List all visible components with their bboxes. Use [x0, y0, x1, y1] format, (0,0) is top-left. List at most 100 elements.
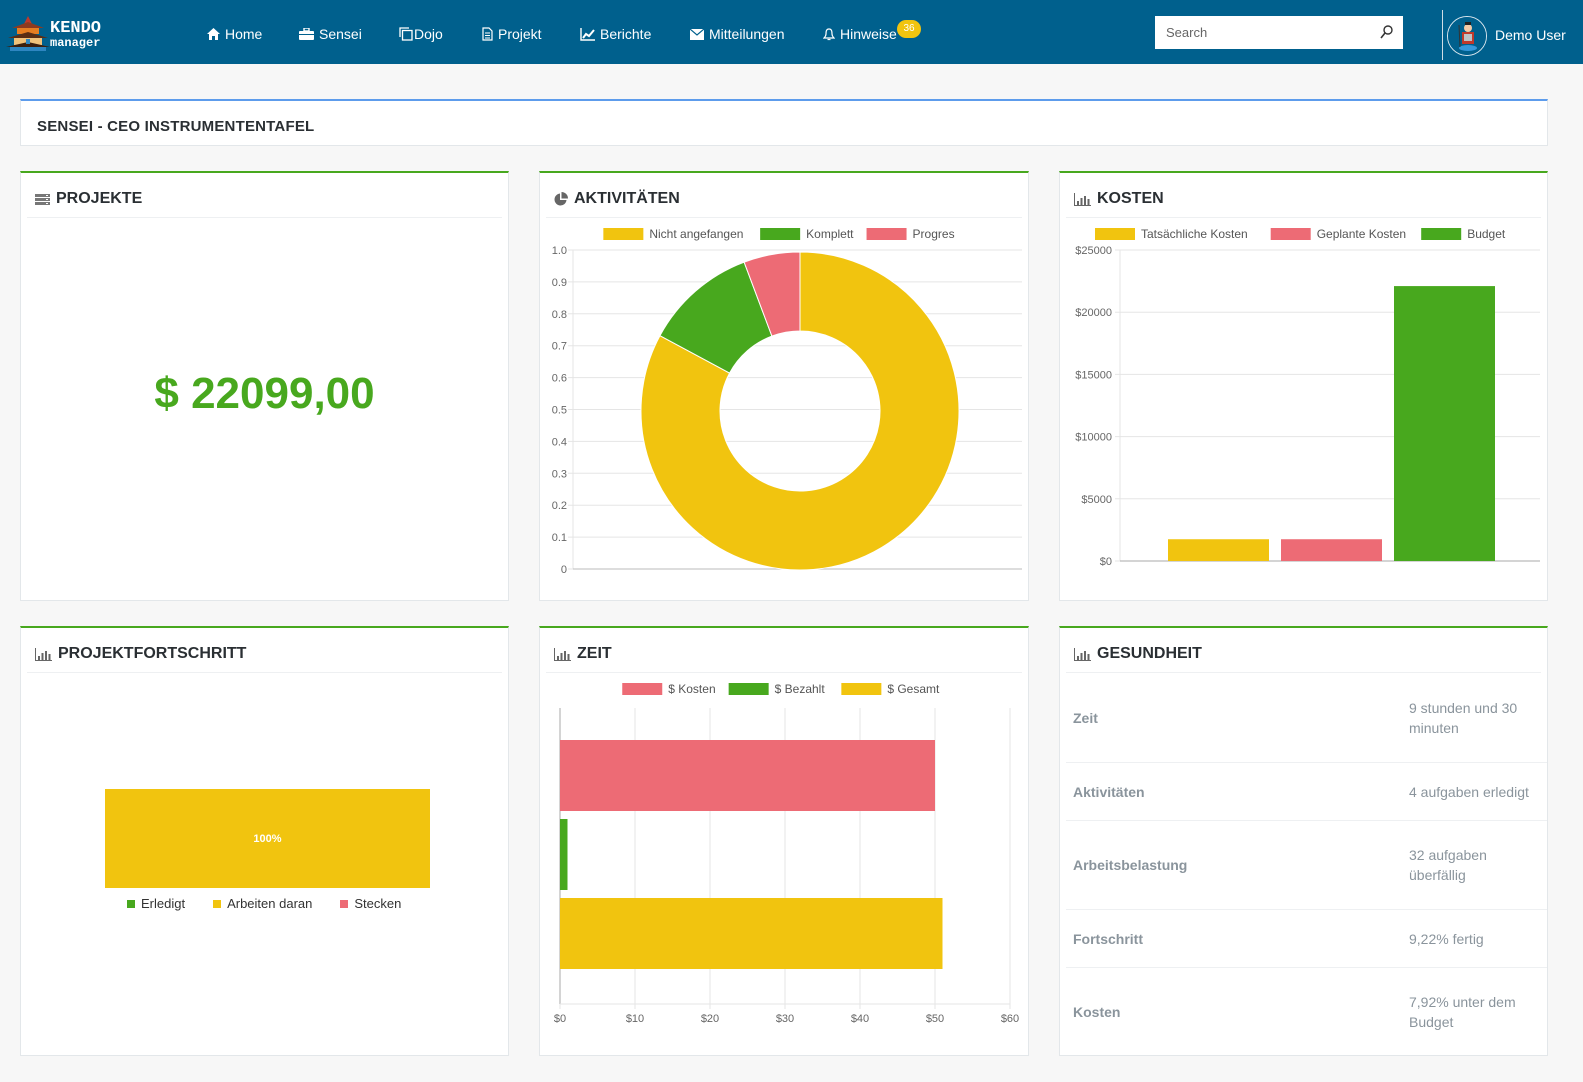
bar-chart-icon	[1074, 647, 1091, 661]
projektfortschritt-title: PROJEKTFORTSCHRITT	[35, 645, 246, 663]
legend-label: Progres	[913, 227, 955, 241]
document-icon	[482, 27, 493, 41]
projekte-title-text: PROJEKTE	[56, 190, 143, 207]
legend-item[interactable]: $ Gesamt	[841, 682, 940, 696]
y-tick-label: 0.5	[552, 405, 567, 417]
pagoda-icon: KENDO manager	[6, 16, 101, 51]
bar-gesamt	[560, 898, 943, 969]
legend-label: $ Gesamt	[887, 682, 940, 696]
bell-icon	[823, 27, 835, 40]
legend-swatch	[127, 899, 135, 908]
y-tick-label: 0.9	[552, 277, 567, 289]
legend-item[interactable]: Geplante Kosten	[1270, 227, 1406, 241]
search-input[interactable]	[1155, 16, 1365, 49]
user-name[interactable]: Demo User	[1495, 27, 1566, 43]
gesundheit-card: GESUNDHEIT Zeit 9 stunden und 30 minuten…	[1059, 626, 1548, 1056]
y-tick-label: 0.4	[552, 436, 567, 448]
legend-item-erledigt[interactable]: Erledigt	[127, 896, 185, 911]
y-tick-label: 0.3	[552, 468, 567, 480]
legend-label: Stecken	[354, 896, 402, 911]
x-tick-label: $30	[776, 1013, 794, 1025]
legend-item-arbeiten-daran[interactable]: Arbeiten daran	[213, 896, 312, 911]
nav-hinweise[interactable]: Hinweise	[823, 26, 897, 42]
page-title: SENSEI - CEO INSTRUMENTENTAFEL	[37, 118, 315, 135]
legend-item-stecken[interactable]: Stecken	[340, 896, 401, 911]
x-tick-label: $10	[626, 1013, 644, 1025]
legend-label: Budget	[1467, 227, 1506, 241]
nav-mitteilungen[interactable]: Mitteilungen	[690, 26, 785, 42]
user-avatar[interactable]	[1447, 16, 1487, 56]
bar-geplante-kosten	[1281, 539, 1382, 561]
search-icon[interactable]	[1380, 25, 1393, 39]
health-label: Arbeitsbelastung	[1073, 857, 1188, 873]
search-box	[1155, 16, 1403, 49]
legend-item[interactable]: $ Bezahlt	[728, 682, 826, 696]
top-navbar: KENDO manager Home Sensei Dojo Projekt B…	[0, 0, 1583, 64]
health-row-zeit: Zeit 9 stunden und 30 minuten	[1066, 673, 1547, 763]
x-tick-label: $40	[851, 1013, 869, 1025]
briefcase-icon	[299, 28, 314, 40]
legend-label: Arbeiten daran	[227, 896, 313, 911]
projektfortschritt-title-text: PROJEKTFORTSCHRITT	[58, 645, 247, 662]
bar-tatsächliche-kosten	[1168, 539, 1269, 561]
legend-swatch	[1095, 228, 1135, 240]
nav-berichte[interactable]: Berichte	[580, 26, 651, 42]
projekte-card: PROJEKTE $ 22099,00	[20, 171, 509, 601]
legend-item[interactable]: Budget	[1421, 227, 1506, 241]
home-icon	[207, 28, 220, 40]
y-tick-label: 0.6	[552, 373, 567, 385]
nav-mitteilungen-label: Mitteilungen	[709, 26, 785, 42]
aktivitaeten-card: AKTIVITÄTEN Nicht angefangen Komplett Prog…	[539, 171, 1029, 601]
y-tick-label: 0	[561, 564, 567, 576]
legend-label: $ Bezahlt	[775, 682, 826, 696]
progress-legend: Erledigt Arbeiten daran Stecken	[127, 896, 401, 911]
divider	[27, 672, 502, 673]
legend-item[interactable]: Nicht angefangen	[603, 227, 743, 241]
projekte-total-amount: $ 22099,00	[154, 369, 375, 418]
legend-swatch	[622, 683, 663, 695]
health-value: 9 stunden und 30 minuten	[1409, 699, 1518, 736]
legend-label: Nicht angefangen	[649, 227, 743, 241]
envelope-icon	[690, 28, 704, 40]
legend-swatch	[603, 228, 644, 240]
kendo-manager-logo[interactable]: KENDO manager	[4, 14, 119, 54]
legend-item[interactable]: Komplett	[760, 227, 854, 241]
legend-swatch	[728, 683, 769, 695]
progress-segment-label: 100%	[253, 832, 282, 845]
nav-projekt-label: Projekt	[498, 26, 542, 42]
health-row-aktivitaeten: Aktivitäten 4 aufgaben erledigt	[1066, 763, 1547, 821]
nav-divider	[1442, 10, 1443, 60]
health-label: Fortschritt	[1073, 930, 1143, 947]
server-icon	[35, 193, 50, 205]
line-chart-icon	[580, 27, 595, 41]
y-tick-label: $15000	[1075, 369, 1112, 381]
legend-swatch	[1270, 228, 1311, 240]
y-tick-label: $10000	[1075, 432, 1112, 444]
legend-swatch	[760, 228, 801, 240]
nav-hinweise-label: Hinweise	[840, 26, 897, 42]
legend-label: Tatsächliche Kosten	[1141, 227, 1248, 241]
health-label: Zeit	[1073, 709, 1098, 726]
health-value: 7,92% unter dem Budget	[1409, 994, 1516, 1030]
legend-swatch	[340, 899, 349, 908]
x-tick-label: $60	[1001, 1013, 1019, 1025]
health-label: Aktivitäten	[1073, 783, 1145, 800]
progress-stacked-bar: 100%	[105, 789, 430, 888]
nav-dojo-label: Dojo	[414, 26, 443, 42]
legend-item[interactable]: Progres	[866, 227, 955, 241]
legend-label: Komplett	[806, 227, 854, 241]
legend-item[interactable]: Tatsächliche Kosten	[1095, 227, 1248, 241]
legend-item[interactable]: $ Kosten	[622, 682, 716, 696]
zeit-horizontal-bar-chart: $ Kosten $ Bezahlt $ Gesamt $0 $10 $20 $30 $40 $…	[554, 682, 1019, 1025]
nav-home[interactable]: Home	[207, 26, 262, 42]
projektfortschritt-card: PROJEKTFORTSCHRITT 100% Erledigt Arbeite…	[20, 626, 509, 1056]
notification-count-badge: 36	[897, 20, 921, 38]
nav-dojo[interactable]: Dojo	[399, 26, 443, 42]
nav-projekt[interactable]: Projekt	[482, 26, 542, 42]
legend-swatch	[1421, 228, 1462, 240]
legend-swatch	[866, 228, 907, 240]
samurai-avatar-icon	[1448, 17, 1486, 55]
bar-bezahlt	[560, 819, 568, 890]
nav-berichte-label: Berichte	[600, 26, 652, 42]
nav-sensei[interactable]: Sensei	[299, 26, 362, 42]
